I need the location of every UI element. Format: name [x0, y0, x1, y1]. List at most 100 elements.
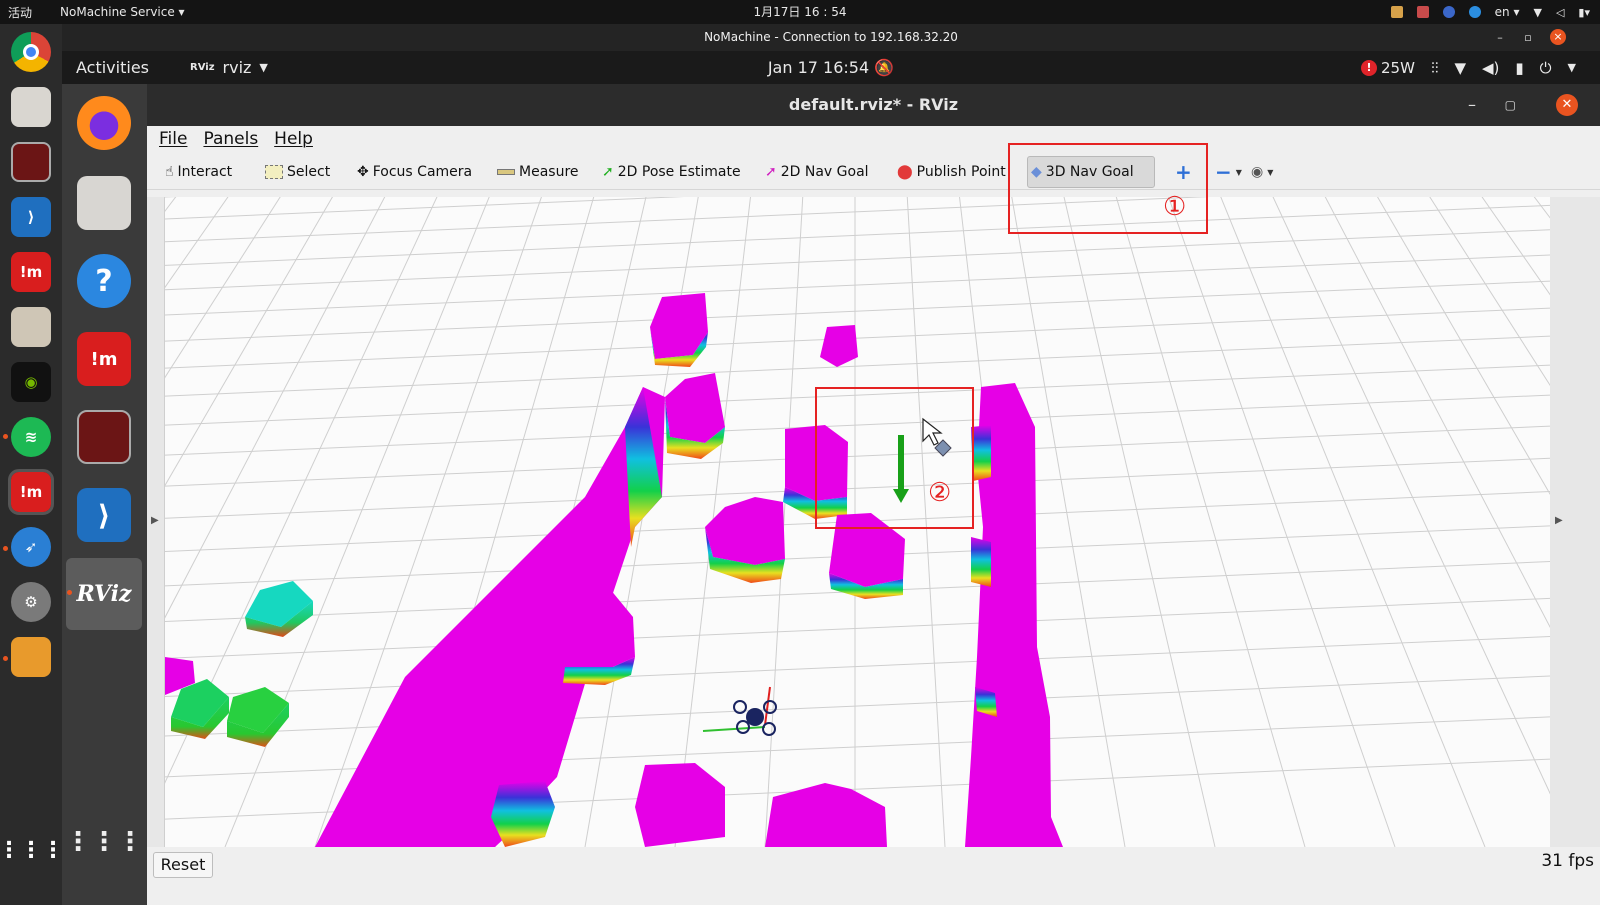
- tool-label: 2D Pose Estimate: [617, 164, 741, 180]
- tray-bluetooth-icon[interactable]: [1442, 6, 1455, 18]
- power-indicator[interactable]: ! 25W: [1361, 59, 1415, 77]
- gnome-top-bar: Activities RViz rviz ▼ Jan 17 16:54 🔕 ! …: [62, 51, 1600, 84]
- running-indicator: [3, 656, 8, 661]
- window-title: default.rviz* - RViz: [788, 95, 959, 114]
- eye-icon: ◉: [1251, 164, 1264, 180]
- nomachine-service-menu[interactable]: NoMachine Service ▾: [60, 5, 185, 19]
- running-indicator: [3, 546, 8, 551]
- tool-2d-nav-goal[interactable]: ➚ 2D Nav Goal: [765, 161, 869, 183]
- window-titlebar: default.rviz* - RViz – ▢ ✕: [147, 84, 1600, 126]
- annotation-label-1: ①: [1163, 192, 1187, 222]
- app-grid-icon[interactable]: ⋮⋮⋮: [65, 815, 143, 869]
- window-minimize-button[interactable]: –: [1468, 84, 1476, 126]
- right-panel-collapse[interactable]: ▶: [1550, 197, 1600, 847]
- status-bar: Reset 31 fps: [147, 847, 1600, 881]
- running-indicator: [3, 434, 8, 439]
- help-icon[interactable]: ?: [77, 254, 131, 308]
- app-grid-icon[interactable]: ⋮⋮⋮: [0, 830, 64, 870]
- tray-camera-icon[interactable]: [1416, 6, 1429, 18]
- minus-icon: −: [1215, 160, 1232, 184]
- nx-restore-button[interactable]: ▫: [1518, 24, 1538, 51]
- tool-select[interactable]: Select: [265, 161, 330, 183]
- annotation-label-2: ②: [928, 478, 952, 508]
- power-label: 25W: [1381, 58, 1415, 77]
- vscode-icon[interactable]: ⟩: [77, 488, 131, 542]
- remove-tool-button[interactable]: − ▼: [1215, 160, 1242, 184]
- menu-file[interactable]: File: [159, 126, 187, 152]
- host-dock: ⟩ !m ◉ ≋ !m ➶ ⚙ ⋮⋮⋮: [0, 24, 64, 905]
- left-panel-collapse[interactable]: ▶: [147, 197, 165, 847]
- files-icon[interactable]: [77, 176, 131, 230]
- rviz-app-icon: RViz: [190, 62, 215, 73]
- tray-app-icon[interactable]: [1468, 6, 1481, 18]
- hand-pointer-icon: ☝: [165, 164, 174, 180]
- voxel-obstacles: [165, 293, 1063, 847]
- select-box-icon: [265, 165, 283, 179]
- expand-left-icon: ▶: [151, 515, 159, 526]
- chrome-icon[interactable]: [11, 32, 51, 72]
- chevron-down-icon[interactable]: ▼: [1568, 61, 1576, 74]
- rviz-icon[interactable]: RViz: [76, 567, 131, 621]
- spotify-icon[interactable]: ≋: [11, 417, 51, 457]
- tool-measure[interactable]: Measure: [497, 161, 579, 183]
- menu-help[interactable]: Help: [274, 126, 313, 152]
- language-menu[interactable]: en ▾: [1495, 5, 1520, 19]
- nomachine-icon[interactable]: !m: [11, 252, 51, 292]
- green-arrow-icon: ➚: [602, 164, 614, 180]
- remote-dock: ? !m ⟩ RViz ⋮⋮⋮: [62, 84, 147, 905]
- feishu-icon[interactable]: ➶: [11, 527, 51, 567]
- app-menu-label: rviz: [222, 58, 252, 77]
- reset-button[interactable]: Reset: [153, 852, 213, 878]
- ruler-icon: [497, 169, 515, 175]
- tool-focus-camera[interactable]: ✥ Focus Camera: [357, 161, 472, 183]
- nomachine-running-icon[interactable]: !m: [8, 469, 54, 515]
- nomachine-titlebar: NoMachine - Connection to 192.168.32.20 …: [62, 24, 1600, 51]
- tray-cat-icon[interactable]: [1390, 6, 1403, 18]
- tool-interact[interactable]: ☝ Interact: [165, 161, 232, 183]
- settings-gear-icon[interactable]: ⚙: [11, 582, 51, 622]
- tool-label: Select: [287, 164, 331, 180]
- nx-minimize-button[interactable]: –: [1490, 24, 1510, 51]
- volume-icon[interactable]: ◀): [1482, 59, 1499, 77]
- expand-right-icon: ▶: [1555, 515, 1563, 526]
- tool-label: 2D Nav Goal: [780, 164, 869, 180]
- view-options-button[interactable]: ◉ ▼: [1251, 161, 1273, 183]
- camera-app-icon[interactable]: [11, 307, 51, 347]
- firefox-icon[interactable]: [77, 96, 131, 150]
- files-icon[interactable]: [11, 87, 51, 127]
- nomachine-icon[interactable]: !m: [77, 332, 131, 386]
- rviz-app-menu[interactable]: RViz rviz ▼: [190, 51, 268, 84]
- crosshair-icon: ✥: [357, 164, 369, 180]
- nx-close-button[interactable]: ×: [1550, 29, 1566, 45]
- wifi-icon[interactable]: ▼: [1454, 59, 1466, 77]
- terminal-icon[interactable]: [11, 142, 51, 182]
- chevron-down-icon: ▼: [1235, 167, 1242, 177]
- chevron-down-icon: ▼: [1267, 167, 1274, 177]
- tool-label: Publish Point: [916, 164, 1006, 180]
- window-close-button[interactable]: ✕: [1556, 94, 1578, 116]
- sublime-icon[interactable]: [11, 637, 51, 677]
- tool-label: Interact: [177, 164, 233, 180]
- gnome-activities[interactable]: Activities: [76, 51, 149, 84]
- tray-battery-icon[interactable]: ▮▾: [1578, 6, 1590, 19]
- power-icon[interactable]: ⏻: [1540, 59, 1552, 77]
- nomachine-title: NoMachine - Connection to 192.168.32.20: [704, 30, 958, 44]
- menu-panels[interactable]: Panels: [203, 126, 258, 152]
- tool-2d-pose-estimate[interactable]: ➚ 2D Pose Estimate: [602, 161, 741, 183]
- vscode-icon[interactable]: ⟩: [11, 197, 51, 237]
- fps-readout: 31 fps: [1541, 851, 1594, 871]
- window-maximize-button[interactable]: ▢: [1505, 84, 1516, 126]
- menubar: File Panels Help: [147, 126, 1600, 152]
- host-top-bar: 活动 NoMachine Service ▾ 1月17日 16 : 54 en …: [0, 0, 1600, 24]
- tray-wifi-icon[interactable]: ▼: [1533, 6, 1541, 19]
- network-activity-icon[interactable]: ⫶⫶: [1431, 59, 1439, 77]
- host-activities[interactable]: 活动: [8, 4, 32, 21]
- terminal-icon[interactable]: [77, 410, 131, 464]
- host-clock: 1月17日 16 : 54: [753, 5, 847, 19]
- microphone-icon[interactable]: ▮: [1515, 59, 1523, 77]
- nvidia-icon[interactable]: ◉: [11, 362, 51, 402]
- tray-volume-icon[interactable]: ◁: [1556, 6, 1564, 19]
- bell-muted-icon: 🔕: [874, 58, 895, 77]
- magenta-arrow-icon: ➚: [765, 164, 777, 180]
- tool-publish-point[interactable]: ⬤ Publish Point: [897, 161, 1006, 183]
